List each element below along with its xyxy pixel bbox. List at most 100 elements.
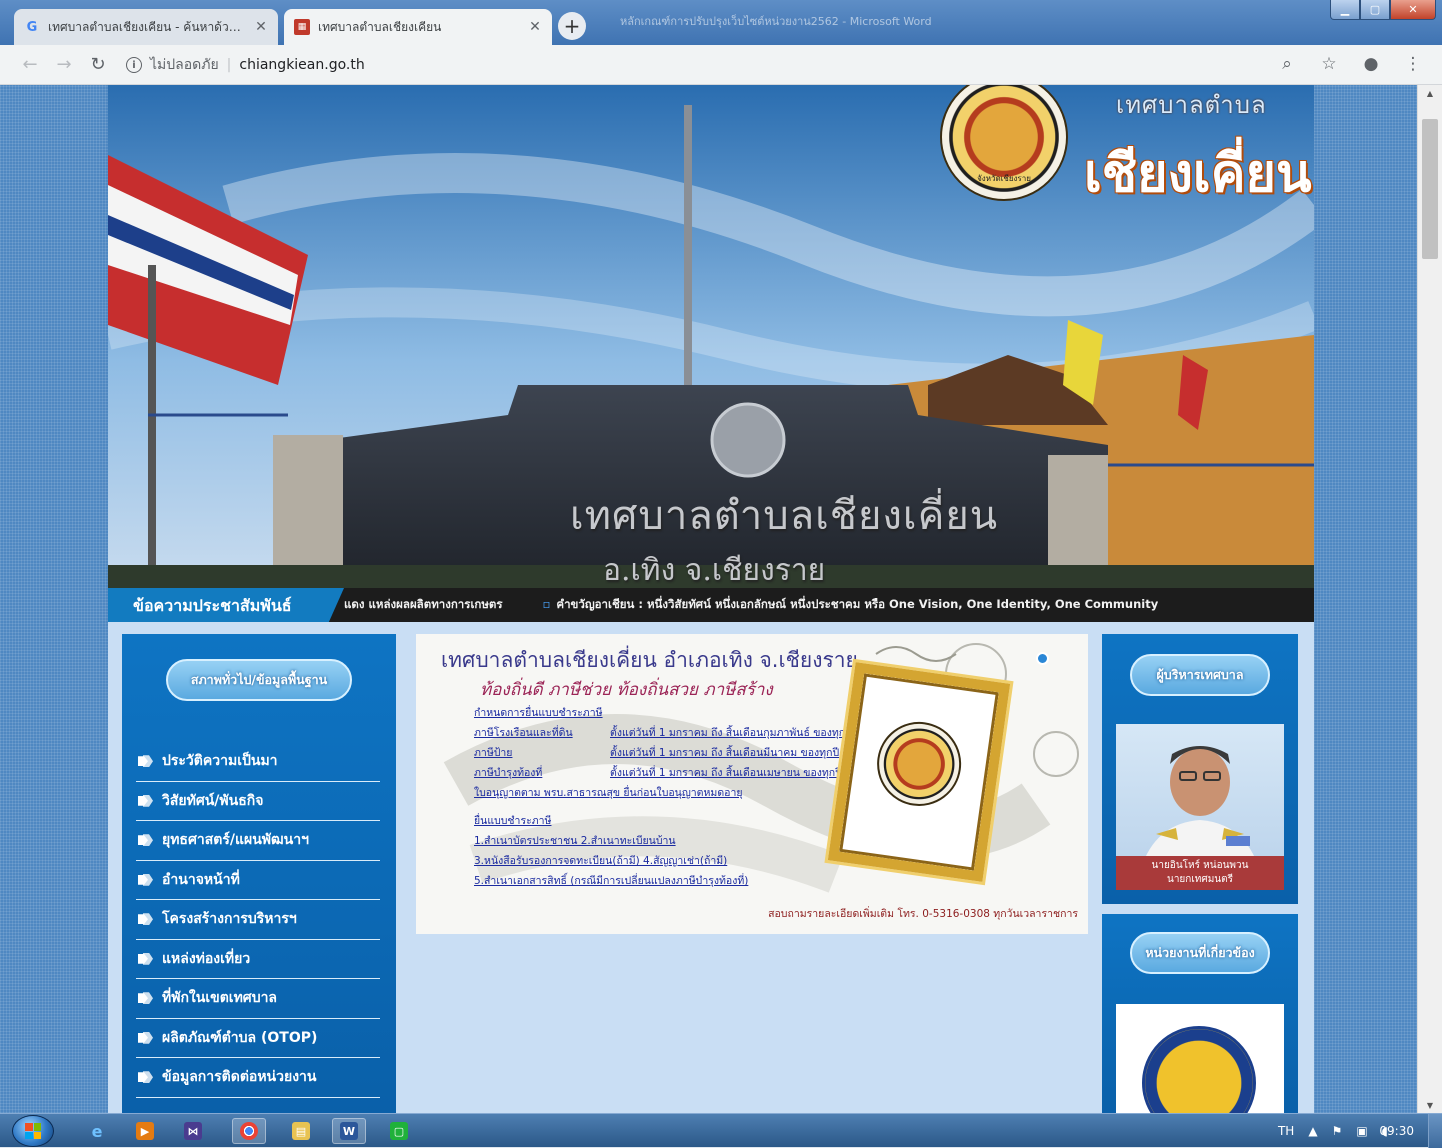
menu-item-label: ที่พักในเขตเทศบาล: [162, 990, 278, 1007]
menu-item-accommodation[interactable]: ที่พักในเขตเทศบาล: [136, 979, 380, 1019]
tag-icon: [138, 912, 154, 926]
news-ticker-items: แดง แหล่งผลผลิตทางการเกษตร ▫ คำขวัญอาเชีย…: [344, 588, 1158, 622]
menu-item-vision[interactable]: วิสัยทัศน์/พันธกิจ: [136, 782, 380, 821]
reload-icon[interactable]: ↻: [84, 51, 112, 79]
close-window-button[interactable]: ✕: [1390, 0, 1436, 20]
show-hidden-icons-icon[interactable]: ▲: [1308, 1124, 1317, 1138]
tag-icon: [138, 873, 154, 887]
network-icon[interactable]: ▣: [1356, 1124, 1367, 1138]
menu-item-label: ผลิตภัณฑ์ตำบล (OTOP): [162, 1029, 318, 1046]
menu-kebab-icon[interactable]: ⋮: [1400, 51, 1426, 77]
file-explorer-icon[interactable]: ▤: [284, 1118, 318, 1144]
ticker-item-text: คำขวัญอาเชียน : หนึ่งวิสัยทัศน์ หนึ่งเอก…: [556, 597, 1159, 611]
menu-item-structure[interactable]: โครงสร้างการบริหารฯ: [136, 900, 380, 940]
ticker-item[interactable]: ▫ คำขวัญอาเชียน : หนึ่งวิสัยทัศน์ หนึ่งเอ…: [543, 596, 1159, 614]
tab-search[interactable]: G เทศบาลตำบลเชียงเคียน - ค้นหาด้วย G ✕: [14, 9, 278, 45]
brand-title: เชียงเคี่ยน: [1084, 144, 1312, 204]
back-arrow-icon[interactable]: ←: [16, 51, 44, 79]
menu-item-label: วิสัยทัศน์/พันธกิจ: [162, 792, 264, 809]
tag-icon: [138, 794, 154, 808]
line-app-icon[interactable]: ▢: [382, 1118, 416, 1144]
action-center-flag-icon[interactable]: ⚑: [1332, 1124, 1343, 1138]
menu-item-label: โครงสร้างการบริหารฯ: [162, 911, 297, 928]
zoom-icon[interactable]: ⌕: [1274, 51, 1300, 77]
executive-photo[interactable]: นายอินโหร์ หน่อนพวน นายกเทศมนตรี: [1116, 724, 1284, 890]
media-center-icon[interactable]: ▶: [128, 1118, 162, 1144]
agency-link[interactable]: [1116, 1004, 1284, 1113]
tax-notice-banner[interactable]: เทศบาลตำบลเชียงเคี่ยน อำเภอเทิง จ.เชียงร…: [416, 634, 1088, 934]
tax-period: ตั้งแต่วันที่ 1 มกราคม ถึง สิ้นเดือนกุมภ…: [610, 727, 852, 739]
executive-name: นายอินโหร์ หน่อนพวน: [1151, 860, 1249, 871]
tab-site[interactable]: ▦ เทศบาลตำบลเชียงเคียน ✕: [284, 9, 552, 45]
maximize-button[interactable]: ▢: [1360, 0, 1390, 20]
menu-item-label: ยุทธศาสตร์/แผนพัฒนาฯ: [162, 832, 309, 849]
language-indicator[interactable]: TH: [1278, 1124, 1294, 1138]
scrollbar-thumb[interactable]: [1422, 119, 1438, 259]
minimize-button[interactable]: ▁: [1330, 0, 1360, 20]
browser-tab-bar: G เทศบาลตำบลเชียงเคียน - ค้นหาด้วย G ✕ ▦…: [0, 0, 1442, 45]
gate-sign-subtext: อ.เทิง จ.เชียงราย: [603, 553, 826, 588]
seal-caption: จังหวัดเชียงราย: [977, 174, 1031, 183]
notice-contact: สอบถามรายละเอียดเพิ่มเติม โทร. 0-5316-03…: [768, 908, 1078, 920]
new-tab-button[interactable]: +: [558, 12, 586, 40]
doc-line: 5.สำเนาเอกสารสิทธิ์ (กรณีมีการเปลี่ยนแปล…: [474, 875, 749, 887]
menu-item-strategy[interactable]: ยุทธศาสตร์/แผนพัฒนาฯ: [136, 821, 380, 861]
executive-caption: นายอินโหร์ หน่อนพวน นายกเทศมนตรี: [1116, 856, 1284, 890]
tax-period: ตั้งแต่วันที่ 1 มกราคม ถึง สิ้นเดือนเมษา…: [610, 767, 842, 779]
scroll-down-arrow-icon[interactable]: ▼: [1418, 1097, 1442, 1113]
gate-sign-text: เทศบาลตำบลเชียงเคี่ยน: [570, 493, 999, 539]
internet-explorer-icon[interactable]: e: [80, 1118, 114, 1144]
menu-item-label: อำนาจหน้าที่: [162, 871, 240, 888]
close-icon[interactable]: ✕: [528, 19, 542, 35]
profile-icon[interactable]: ●: [1358, 51, 1384, 77]
background-window-title: หลักเกณฑ์การปรับปรุงเว็บไซต์หน่วยงาน2562…: [620, 15, 932, 28]
menu-item-contact[interactable]: ข้อมูลการติดต่อหน่วยงาน: [136, 1058, 380, 1098]
show-desktop-button[interactable]: [1428, 1114, 1442, 1148]
tag-icon: [138, 952, 154, 966]
ticker-item[interactable]: แดง แหล่งผลผลิตทางการเกษตร: [344, 596, 503, 614]
municipal-seal-logo[interactable]: จังหวัดเชียงราย: [940, 85, 1068, 201]
bookmark-star-icon[interactable]: ☆: [1316, 51, 1342, 77]
menu-item-authority[interactable]: อำนาจหน้าที่: [136, 861, 380, 900]
related-agencies-heading: หน่วยงานที่เกี่ยวข้อง: [1130, 932, 1270, 974]
executive-heading: ผู้บริหารเทศบาล: [1130, 654, 1270, 696]
header-banner: เทศบาลตำบลเชียงเคี่ยน อ.เทิง จ.เชียงราย …: [108, 85, 1314, 588]
tab-title: เทศบาลตำบลเชียงเคียน: [318, 19, 442, 34]
address-bar[interactable]: i ไม่ปลอดภัย | chiangkiean.go.th: [126, 51, 1316, 79]
chrome-icon[interactable]: [232, 1118, 266, 1144]
vertical-scrollbar[interactable]: ▲ ▼: [1417, 85, 1442, 1113]
notice-heading: กำหนดการยื่นแบบชำระภาษี: [474, 707, 603, 719]
tax-name: ภาษีบำรุงท้องที่: [474, 767, 543, 779]
menu-item-attractions[interactable]: แหล่งท่องเที่ยว: [136, 940, 380, 979]
windows-logo-icon: [25, 1123, 41, 1139]
tax-name: ภาษีป้าย: [474, 747, 513, 759]
start-button[interactable]: [12, 1115, 54, 1147]
executive-title: นายกเทศมนตรี: [1166, 874, 1233, 885]
security-label: ไม่ปลอดภัย: [150, 57, 219, 73]
scroll-up-arrow-icon[interactable]: ▲: [1418, 85, 1442, 101]
news-ticker-bar: ข้อความประชาสัมพันธ์ แดง แหล่งผลผลิตทางก…: [108, 588, 1314, 622]
sidebar-heading: สภาพทั่วไป/ข้อมูลพื้นฐาน: [166, 659, 352, 701]
brand-subtitle: เทศบาลตำบล: [1116, 91, 1267, 119]
system-tray: TH ▲ ⚑ ▣ ◖: [1278, 1114, 1442, 1148]
menu-item-otop[interactable]: ผลิตภัณฑ์ตำบล (OTOP): [136, 1019, 380, 1058]
info-icon[interactable]: i: [126, 57, 142, 73]
bullet-icon: ▫: [542, 597, 551, 611]
menu-item-history[interactable]: ประวัติความเป็นมา: [136, 742, 380, 782]
site-favicon-icon: ▦: [294, 19, 310, 35]
agency-seal-logo: [1142, 1026, 1256, 1113]
site-page: เทศบาลตำบลเชียงเคี่ยน อ.เทิง จ.เชียงราย …: [108, 85, 1314, 1113]
word-icon[interactable]: W: [332, 1118, 366, 1144]
media-player-icon[interactable]: ⋈: [176, 1118, 210, 1144]
sidebar-menu: ประวัติความเป็นมา วิสัยทัศน์/พันธกิจ ยุท…: [136, 742, 380, 1098]
menu-item-label: แหล่งท่องเที่ยว: [162, 950, 251, 967]
forward-arrow-icon[interactable]: →: [50, 51, 78, 79]
tag-icon: [138, 754, 154, 768]
taskbar-clock[interactable]: 09:30: [1379, 1124, 1414, 1138]
news-ticker-title: ข้อความประชาสัมพันธ์: [108, 588, 344, 622]
window-controls: ▁ ▢ ✕: [1330, 0, 1436, 20]
close-icon[interactable]: ✕: [254, 19, 268, 35]
slider-pager-dot[interactable]: [1036, 652, 1049, 665]
license-line: ใบอนุญาตตาม พรบ.สาธารณสุข ยื่นก่อนใบอนุญ…: [474, 787, 743, 799]
tag-icon: [138, 1070, 154, 1084]
